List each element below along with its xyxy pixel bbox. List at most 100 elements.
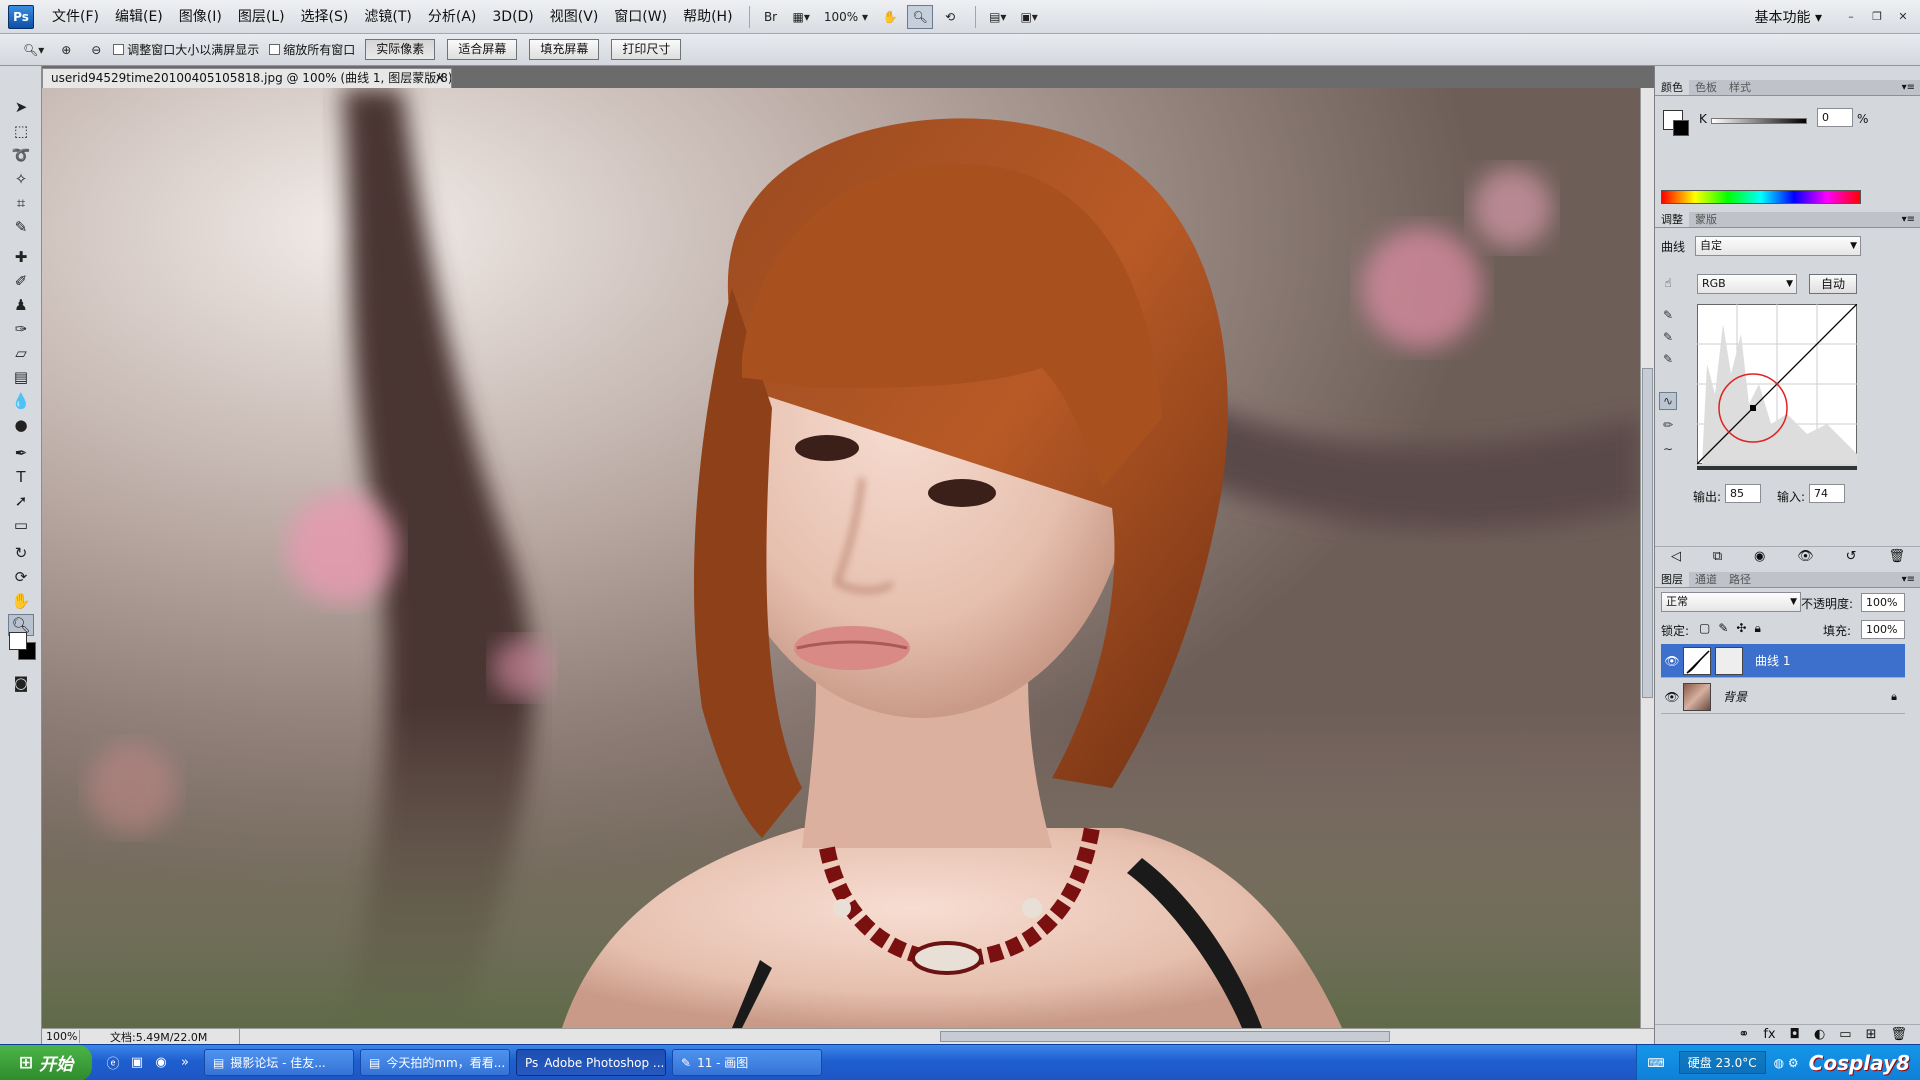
3d-rotate-icon[interactable]: ↻ xyxy=(8,542,34,564)
history-brush-icon[interactable]: ✑ xyxy=(8,318,34,340)
task-post[interactable]: ▤ 今天拍的mm，看看... xyxy=(360,1049,510,1076)
target-adjust-icon[interactable]: ☝ xyxy=(1659,274,1677,292)
hand-tool-icon[interactable]: ✋ xyxy=(877,5,903,29)
quicklaunch-more-icon[interactable]: » xyxy=(174,1052,196,1074)
link-layers-icon[interactable]: ⚭ xyxy=(1738,1027,1749,1042)
zoom-preset-icon[interactable]: 🔍︎▾ xyxy=(18,38,49,62)
screen-mode-icon[interactable]: ▣▾ xyxy=(1015,5,1042,29)
color-background-swatch[interactable] xyxy=(1673,120,1689,136)
add-mask-icon[interactable]: ◘ xyxy=(1790,1027,1800,1042)
close-icon[interactable]: ✕ xyxy=(1894,9,1912,25)
zoom-in-icon[interactable]: ⊕ xyxy=(53,38,79,62)
k-value-field[interactable]: 0 xyxy=(1817,108,1853,127)
menu-layer[interactable]: 图层(L) xyxy=(230,0,293,34)
adjustment-layer-icon[interactable]: ◐ xyxy=(1814,1027,1825,1042)
marquee-tool-icon[interactable]: ⬚ xyxy=(8,120,34,142)
output-field[interactable]: 85 xyxy=(1725,484,1761,503)
rotate-view-icon[interactable]: ⟲ xyxy=(937,5,963,29)
vertical-scrollbar[interactable] xyxy=(1640,88,1654,1028)
tab-swatches[interactable]: 色板 xyxy=(1689,80,1723,95)
media-icon[interactable]: ◉ xyxy=(150,1052,172,1074)
horizontal-scroll-thumb[interactable] xyxy=(940,1030,1390,1042)
clone-stamp-icon[interactable]: ♟ xyxy=(8,294,34,316)
pencil-curve-icon[interactable]: ✏ xyxy=(1659,416,1677,434)
menu-window[interactable]: 窗口(W) xyxy=(606,0,675,34)
tab-layers[interactable]: 图层 xyxy=(1655,572,1689,587)
new-group-icon[interactable]: ▭ xyxy=(1839,1027,1851,1042)
dodge-tool-icon[interactable]: ● xyxy=(8,414,34,436)
opacity-field[interactable]: 100% xyxy=(1861,593,1905,612)
gradient-tool-icon[interactable]: ▤ xyxy=(8,366,34,388)
horizontal-scrollbar[interactable] xyxy=(240,1029,1654,1045)
color-ramp[interactable] xyxy=(1661,190,1861,204)
status-zoom[interactable]: 100% xyxy=(42,1030,80,1043)
layer-row-curves[interactable]: 👁︎ 曲线 1 xyxy=(1661,644,1905,678)
keyboard-icon[interactable]: ⌨ xyxy=(1647,1056,1664,1070)
print-size-button[interactable]: 打印尺寸 xyxy=(611,39,682,60)
k-slider[interactable] xyxy=(1711,118,1807,124)
resize-windows-checkbox[interactable]: 调整窗口大小以满屏显示 xyxy=(113,41,259,58)
lock-icons[interactable]: ▢✎✣🔒︎ xyxy=(1699,621,1769,636)
ie-icon[interactable]: ⓔ xyxy=(102,1052,124,1074)
white-point-eyedropper-icon[interactable]: ✎ xyxy=(1659,350,1677,368)
path-selection-icon[interactable]: ➚ xyxy=(8,490,34,512)
curves-graph[interactable] xyxy=(1697,304,1857,470)
menu-edit[interactable]: 编辑(E) xyxy=(107,0,171,34)
clip-layer-icon[interactable]: ⧉ xyxy=(1713,549,1722,564)
task-photoshop[interactable]: Ps Adobe Photoshop ... xyxy=(516,1049,666,1076)
type-tool-icon[interactable]: T xyxy=(8,466,34,488)
shape-tool-icon[interactable]: ▭ xyxy=(8,514,34,536)
tab-masks[interactable]: 蒙版 xyxy=(1689,212,1723,227)
input-field[interactable]: 74 xyxy=(1809,484,1845,503)
fill-field[interactable]: 100% xyxy=(1861,620,1905,639)
desktop-icon[interactable]: ▣ xyxy=(126,1052,148,1074)
menu-help[interactable]: 帮助(H) xyxy=(675,0,740,34)
tab-styles[interactable]: 样式 xyxy=(1723,80,1757,95)
task-paint[interactable]: ✎ 11 - 画图 xyxy=(672,1049,822,1076)
layer-mask-thumbnail[interactable] xyxy=(1715,646,1743,675)
magic-wand-icon[interactable]: ✧ xyxy=(8,168,34,190)
layer-row-background[interactable]: 👁︎ 背景 🔒︎ xyxy=(1661,680,1905,714)
lasso-tool-icon[interactable]: ➰ xyxy=(8,144,34,166)
healing-brush-icon[interactable]: ✚ xyxy=(8,246,34,268)
panel-menu-icon[interactable]: ▾≡ xyxy=(1902,212,1915,227)
tab-paths[interactable]: 路径 xyxy=(1723,572,1757,587)
smooth-curve-icon[interactable]: ∼ xyxy=(1659,440,1677,458)
workspace-switcher[interactable]: 基本功能 ▾ xyxy=(1755,7,1822,27)
task-forum[interactable]: ▤ 摄影论坛 - 佳友... xyxy=(204,1049,354,1076)
move-tool-icon[interactable]: ➤ xyxy=(8,96,34,118)
actual-pixels-button[interactable]: 实际像素 xyxy=(365,39,436,60)
visibility-icon[interactable]: ◉ xyxy=(1754,549,1765,564)
fill-screen-button[interactable]: 填充屏幕 xyxy=(529,39,600,60)
zoom-tool-icon[interactable]: 🔍︎ xyxy=(907,4,934,29)
zoom-level-dropdown[interactable]: 100% ▾ xyxy=(819,5,873,29)
close-document-icon[interactable]: ✕ xyxy=(435,69,445,88)
blur-tool-icon[interactable]: 💧 xyxy=(8,390,34,412)
tray-icons[interactable]: ◍ ⚙ xyxy=(1774,1056,1799,1070)
tab-adjustments[interactable]: 调整 xyxy=(1655,212,1689,227)
eyedropper-icon[interactable]: ✎ xyxy=(8,216,34,238)
menu-select[interactable]: 选择(S) xyxy=(293,0,357,34)
tab-color[interactable]: 颜色 xyxy=(1655,80,1689,95)
eye-icon[interactable]: 👁︎ xyxy=(1661,690,1683,704)
zoom-all-checkbox[interactable]: 缩放所有窗口 xyxy=(269,41,355,58)
menu-view[interactable]: 视图(V) xyxy=(542,0,607,34)
back-icon[interactable]: ◁ xyxy=(1671,549,1681,564)
gray-point-eyedropper-icon[interactable]: ✎ xyxy=(1659,328,1677,346)
menu-3d[interactable]: 3D(D) xyxy=(484,0,541,34)
crop-tool-icon[interactable]: ⌗ xyxy=(8,192,34,214)
brush-tool-icon[interactable]: ✐ xyxy=(8,270,34,292)
restore-icon[interactable]: ❐ xyxy=(1868,9,1886,25)
zoom-out-icon[interactable]: ⊖ xyxy=(83,38,109,62)
view-extras-icon[interactable]: ▦▾ xyxy=(788,5,815,29)
panel-menu-icon[interactable]: ▾≡ xyxy=(1902,572,1915,587)
black-point-eyedropper-icon[interactable]: ✎ xyxy=(1659,306,1677,324)
curves-preset-dropdown[interactable]: 自定 ▼ xyxy=(1695,236,1861,256)
view-previous-icon[interactable]: 👁︎ xyxy=(1797,549,1814,564)
panel-menu-icon[interactable]: ▾≡ xyxy=(1902,80,1915,95)
reset-icon[interactable]: ↺ xyxy=(1846,549,1857,564)
foreground-color-swatch[interactable] xyxy=(9,632,27,650)
pen-tool-icon[interactable]: ✒ xyxy=(8,442,34,464)
bridge-button[interactable]: Br xyxy=(758,5,784,29)
menu-image[interactable]: 图像(I) xyxy=(171,0,230,34)
